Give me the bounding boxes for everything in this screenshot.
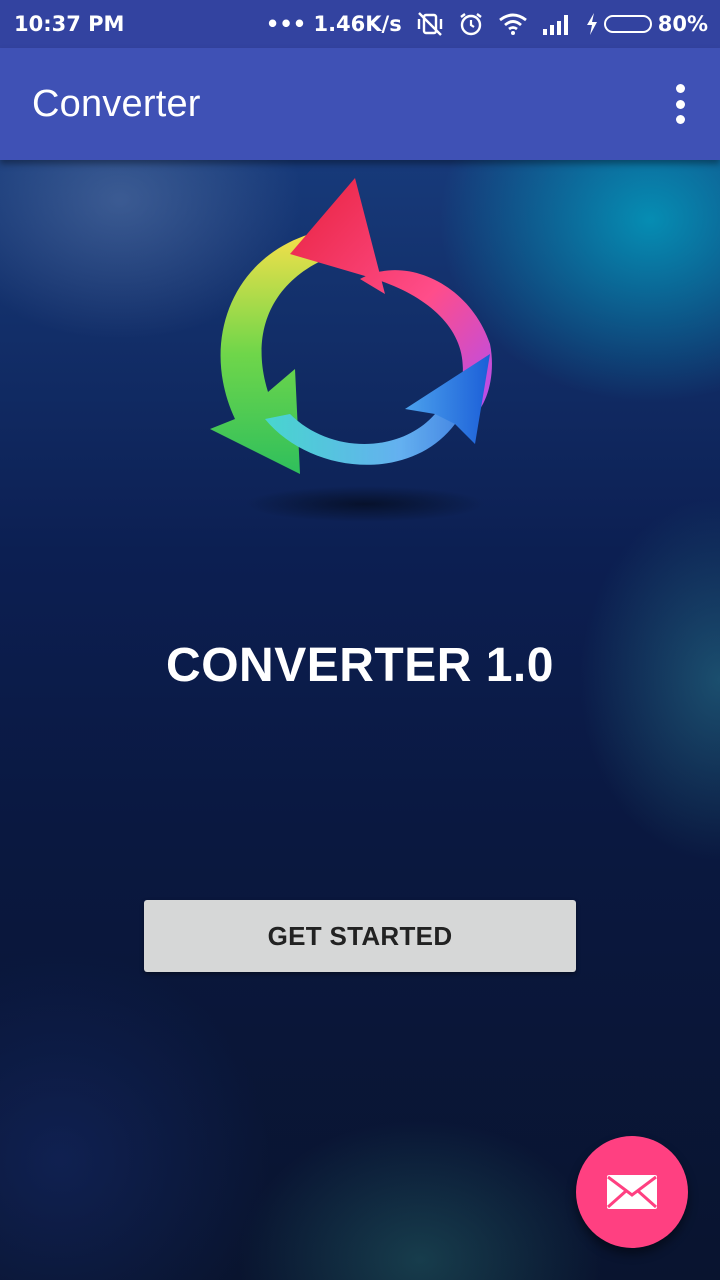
status-icons: ••• 1.46K/s 80% xyxy=(266,11,708,37)
network-speed: ••• 1.46K/s xyxy=(265,12,402,36)
main-content: CONVERTER 1.0 GET STARTED xyxy=(0,160,720,1280)
status-time: 10:37 PM xyxy=(14,12,125,36)
wifi-icon xyxy=(498,12,528,36)
converter-arrows-icon xyxy=(210,178,492,522)
alarm-icon xyxy=(458,11,484,37)
signal-icon xyxy=(542,13,572,35)
mail-icon xyxy=(607,1175,657,1209)
app-name-heading: CONVERTER 1.0 xyxy=(166,639,554,692)
battery-indicator: 80% xyxy=(586,12,708,36)
status-bar: 10:37 PM ••• 1.46K/s 80% xyxy=(0,0,720,48)
app-title: Converter xyxy=(32,82,201,125)
vibrate-off-icon xyxy=(416,11,444,37)
battery-icon xyxy=(603,15,652,33)
app-bar: Converter xyxy=(0,48,720,160)
more-vert-icon[interactable] xyxy=(668,84,692,124)
mail-fab-button[interactable] xyxy=(576,1136,688,1248)
battery-percent: 80% xyxy=(657,12,708,36)
charging-icon xyxy=(586,13,597,35)
get-started-button[interactable]: GET STARTED xyxy=(144,900,576,972)
